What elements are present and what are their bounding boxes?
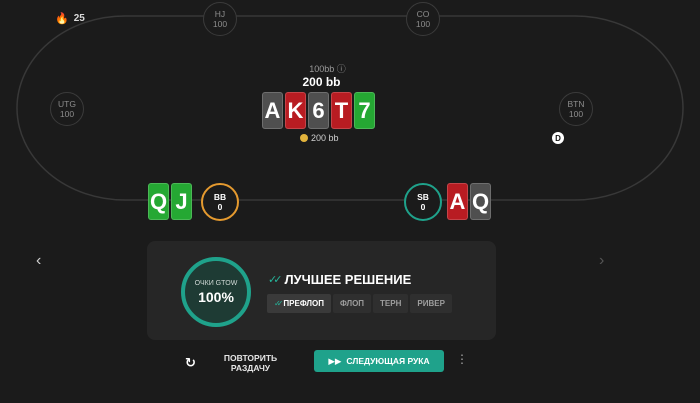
more-options-icon[interactable]: ⋮ (456, 353, 468, 365)
next-arrow-icon[interactable]: › (599, 252, 604, 270)
table-outline (16, 15, 684, 201)
tab-preflop-label: ПРЕФЛОП (283, 299, 324, 308)
double-check-icon: ✓✓ (274, 299, 284, 308)
seat-co-stack: 100 (415, 19, 431, 29)
tab-preflop[interactable]: ✓✓ ПРЕФЛОП (267, 294, 331, 313)
fast-forward-icon: ▶▶ (328, 355, 342, 366)
gto-score-gauge: ОЧКИ GTOW 100% (181, 257, 251, 327)
tab-turn[interactable]: ТЕРН (373, 294, 409, 313)
bet-amount: 200 bb (300, 133, 339, 143)
flame-icon: 🔥 (55, 13, 69, 25)
hero-hand: Q J (148, 183, 192, 220)
streak-count: 25 (73, 13, 85, 24)
gauge-value: 100% (198, 288, 234, 305)
dealer-button: D (552, 132, 564, 144)
best-decision: ✓✓ ЛУЧШЕЕ РЕШЕНИЕ (268, 272, 411, 287)
bet-value: 200 bb (311, 133, 339, 143)
board-cards: A K 6 T 7 (262, 92, 375, 129)
villain-card-2: Q (470, 183, 491, 220)
villain-card-1: A (447, 183, 468, 220)
seat-sb-stack: 0 (420, 202, 426, 212)
repeat-hand-button[interactable]: ↻ ПОВТОРИТЬ РАЗДАЧУ (185, 353, 277, 373)
villain-hand: A Q (447, 183, 491, 220)
repeat-label-line2: РАЗДАЧУ (230, 363, 271, 373)
seat-bb-name: BB (213, 192, 227, 202)
seat-bb: BB 0 (201, 183, 239, 221)
seat-utg-name: UTG (58, 99, 76, 109)
seat-hj-name: HJ (214, 9, 226, 19)
prev-arrow-icon[interactable]: ‹ (36, 252, 41, 270)
seat-sb-name: SB (417, 192, 429, 202)
street-tabs: ✓✓ ПРЕФЛОП ФЛОП ТЕРН РИВЕР (267, 294, 452, 313)
pot-total: 200 bb (302, 75, 341, 89)
seat-co-name: CO (416, 9, 430, 19)
board-card-2: K (285, 92, 306, 129)
hero-card-2: J (171, 183, 192, 220)
pot-small: 100bb ⓘ (309, 64, 346, 74)
seat-btn-name: BTN (567, 99, 585, 109)
tab-river[interactable]: РИВЕР (410, 294, 452, 313)
double-check-icon: ✓✓ (268, 274, 283, 286)
seat-hj-stack: 100 (212, 19, 228, 29)
seat-sb: SB 0 (404, 183, 442, 221)
hero-card-1: Q (148, 183, 169, 220)
next-hand-button[interactable]: ▶▶ СЛЕДУЮЩАЯ РУКА (314, 350, 444, 372)
repeat-label-line1: ПОВТОРИТЬ (223, 353, 278, 363)
next-hand-label: СЛЕДУЮЩАЯ РУКА (346, 356, 430, 366)
repeat-hand-label: ПОВТОРИТЬ РАЗДАЧУ (224, 353, 277, 373)
seat-btn-stack: 100 (568, 109, 584, 119)
refresh-icon: ↻ (185, 355, 196, 370)
seat-btn: BTN 100 (559, 92, 593, 126)
seat-utg-stack: 100 (59, 109, 75, 119)
seat-utg: UTG 100 (50, 92, 84, 126)
board-card-1: A (262, 92, 283, 129)
tab-flop[interactable]: ФЛОП (332, 294, 372, 313)
seat-co: CO 100 (406, 2, 440, 36)
seat-bb-stack: 0 (217, 202, 223, 212)
board-card-4: T (331, 92, 352, 129)
seat-hj: HJ 100 (203, 2, 237, 36)
streak-counter: 🔥 25 (55, 12, 85, 25)
board-card-3: 6 (308, 92, 329, 129)
board-card-5: 7 (354, 92, 375, 129)
gauge-label: ОЧКИ GTOW (194, 279, 238, 287)
chip-icon (300, 134, 308, 142)
best-decision-label: ЛУЧШЕЕ РЕШЕНИЕ (284, 272, 412, 287)
